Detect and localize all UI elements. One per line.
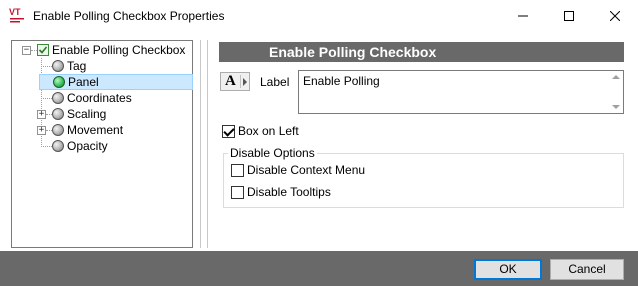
gray-ball-icon bbox=[52, 60, 64, 72]
textarea-scrollbar[interactable] bbox=[609, 71, 623, 113]
label-caption: Label bbox=[260, 75, 290, 89]
maximize-button[interactable] bbox=[546, 0, 592, 32]
property-tree[interactable]: − Enable Polling Checkbox Tag Panel Coor… bbox=[11, 40, 193, 248]
tree-item-opacity[interactable]: Opacity bbox=[52, 138, 108, 154]
dropdown-arrow-icon bbox=[243, 78, 247, 86]
disable-tooltips-checkbox[interactable] bbox=[231, 185, 244, 199]
font-button[interactable]: A bbox=[220, 72, 250, 91]
cancel-button[interactable]: Cancel bbox=[550, 259, 624, 280]
disable-context-menu-label: Disable Context Menu bbox=[247, 163, 366, 177]
scroll-down-icon[interactable] bbox=[612, 105, 620, 109]
gray-ball-icon bbox=[52, 140, 64, 152]
tree-expand-toggle[interactable]: + bbox=[37, 126, 46, 135]
minimize-icon bbox=[518, 15, 528, 17]
tree-item-label: Movement bbox=[67, 123, 124, 137]
gray-ball-icon bbox=[52, 92, 64, 104]
tree-item-label: Opacity bbox=[67, 139, 108, 153]
tree-item-label: Tag bbox=[67, 59, 87, 73]
tree-item-tag[interactable]: Tag bbox=[52, 58, 86, 74]
maximize-icon bbox=[564, 11, 574, 21]
tree-item-label: Panel bbox=[68, 75, 99, 89]
close-icon bbox=[610, 11, 620, 21]
box-on-left-checkbox[interactable] bbox=[222, 124, 235, 138]
box-on-left-label: Box on Left bbox=[238, 124, 299, 138]
tree-item-scaling[interactable]: Scaling bbox=[52, 106, 106, 122]
box-on-left-option[interactable]: Box on Left bbox=[222, 124, 299, 138]
window-title: Enable Polling Checkbox Properties bbox=[33, 9, 225, 23]
panel-splitter[interactable] bbox=[200, 40, 208, 248]
disable-options-group bbox=[223, 153, 624, 208]
green-ball-icon bbox=[53, 76, 65, 88]
font-icon: A bbox=[225, 73, 236, 89]
disable-context-menu-checkbox[interactable] bbox=[231, 163, 244, 177]
checkbox-control-icon bbox=[37, 44, 49, 56]
disable-options-title: Disable Options bbox=[228, 146, 317, 160]
dialog-footer bbox=[0, 251, 638, 286]
tree-connector bbox=[41, 98, 52, 99]
disable-tooltips-label: Disable Tooltips bbox=[247, 185, 331, 199]
ok-button[interactable]: OK bbox=[474, 259, 542, 280]
tree-item-panel[interactable]: Panel bbox=[39, 74, 193, 90]
tree-collapse-toggle[interactable]: − bbox=[22, 46, 31, 55]
label-value: Enable Polling bbox=[303, 74, 380, 88]
app-logo-icon: VT bbox=[9, 7, 24, 23]
disable-context-menu-option[interactable]: Disable Context Menu bbox=[231, 163, 365, 177]
tree-item-label: Scaling bbox=[67, 107, 107, 121]
close-button[interactable] bbox=[592, 0, 638, 32]
disable-tooltips-option[interactable]: Disable Tooltips bbox=[231, 185, 331, 199]
minimize-button[interactable] bbox=[500, 0, 546, 32]
section-header-title: Enable Polling Checkbox bbox=[269, 44, 437, 60]
svg-text:VT: VT bbox=[9, 7, 21, 17]
title-bar: VT Enable Polling Checkbox Properties bbox=[0, 0, 638, 32]
label-textarea[interactable]: Enable Polling bbox=[298, 70, 624, 114]
tree-item-coordinates[interactable]: Coordinates bbox=[52, 90, 132, 106]
tree-item-root[interactable]: Enable Polling Checkbox bbox=[37, 42, 185, 58]
divider bbox=[240, 75, 241, 88]
tree-connector bbox=[41, 66, 52, 67]
tree-item-label: Coordinates bbox=[67, 91, 132, 105]
section-header: Enable Polling Checkbox bbox=[219, 42, 624, 62]
gray-ball-icon bbox=[52, 124, 64, 136]
scroll-up-icon[interactable] bbox=[612, 75, 620, 79]
tree-item-label: Enable Polling Checkbox bbox=[52, 43, 186, 57]
properties-dialog: VT Enable Polling Checkbox Properties − bbox=[0, 0, 638, 286]
tree-item-movement[interactable]: Movement bbox=[52, 122, 123, 138]
tree-expand-toggle[interactable]: + bbox=[37, 110, 46, 119]
tree-connector bbox=[41, 146, 52, 147]
gray-ball-icon bbox=[52, 108, 64, 120]
